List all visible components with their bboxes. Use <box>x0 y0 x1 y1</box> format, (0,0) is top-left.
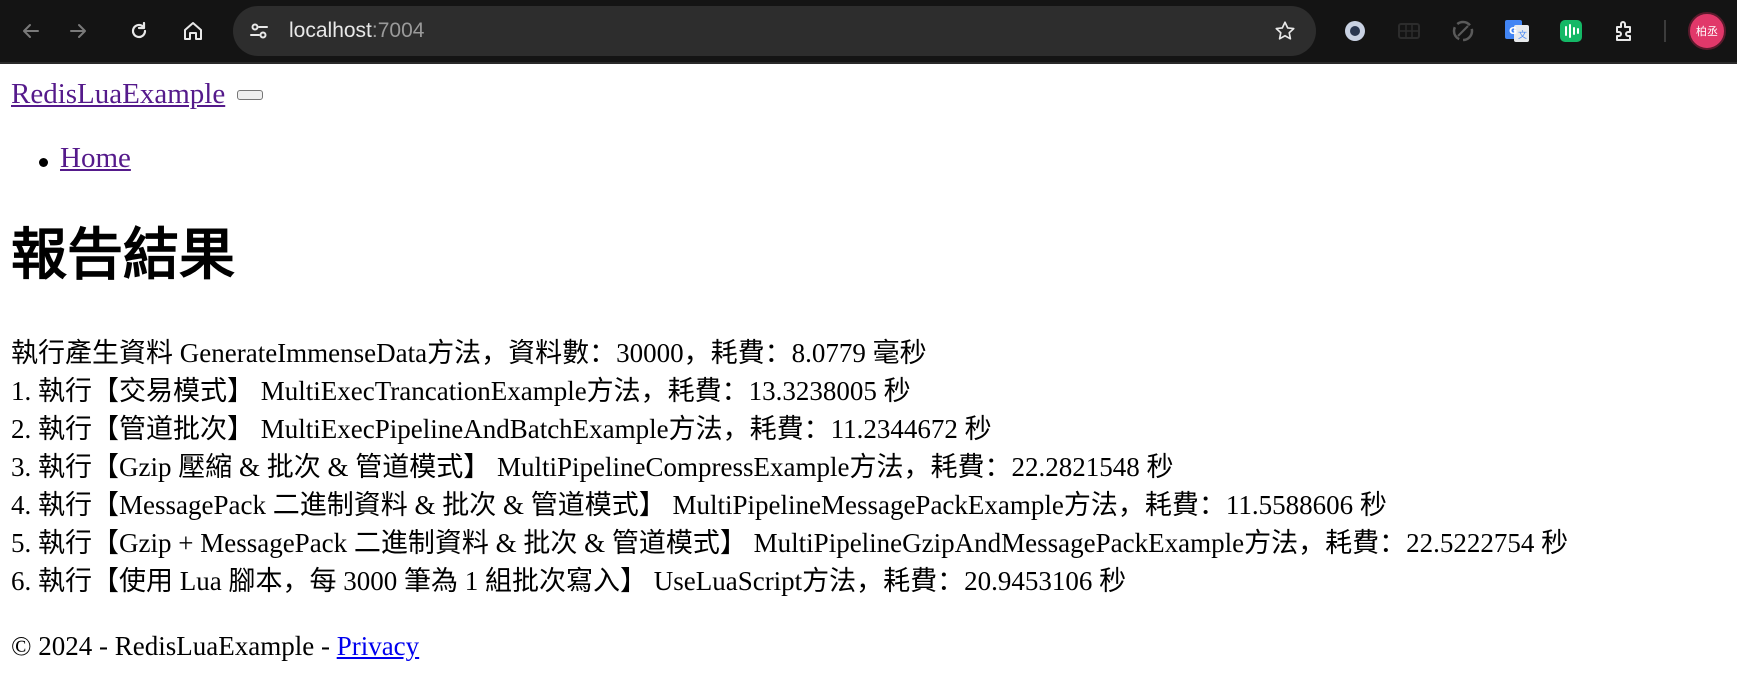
extension-button-5[interactable] <box>1555 15 1587 47</box>
reload-button[interactable] <box>122 14 156 48</box>
extensions-menu-button[interactable] <box>1609 15 1641 47</box>
url-text[interactable]: localhost:7004 <box>289 19 424 43</box>
url-port: :7004 <box>371 19 425 42</box>
site-info-button[interactable] <box>243 15 275 47</box>
google-translate-icon: G 文 <box>1505 20 1529 42</box>
bookmark-button[interactable] <box>1272 18 1298 44</box>
home-button[interactable] <box>176 14 210 48</box>
result-line: 4. 執行【MessagePack 二進制資料 & 批次 & 管道模式】 Mul… <box>11 490 1387 520</box>
extension-button-3[interactable] <box>1447 15 1479 47</box>
audio-bars-icon <box>1560 20 1582 42</box>
forward-icon <box>70 24 86 38</box>
home-icon <box>184 22 202 40</box>
profile-avatar[interactable]: 柏丞 <box>1688 12 1726 50</box>
result-line: 2. 執行【管道批次】 MultiExecPipelineAndBatchExa… <box>11 414 992 444</box>
result-line: 5. 執行【Gzip + MessagePack 二進制資料 & 批次 & 管道… <box>11 528 1569 558</box>
address-bar[interactable]: localhost:7004 <box>233 6 1316 56</box>
site-info-icon <box>250 23 268 39</box>
page-content: RedisLuaExample Home 報告結果 執行產生資料 Generat… <box>0 66 1737 691</box>
svg-text:G: G <box>1509 26 1517 37</box>
extension-button-1[interactable] <box>1339 15 1371 47</box>
grid-icon <box>1398 23 1420 39</box>
footer-text: © 2024 - RedisLuaExample - <box>11 631 337 661</box>
result-line: 執行產生資料 GenerateImmenseData方法，資料數：30000，耗… <box>11 338 927 368</box>
navbar-toggler-button[interactable] <box>237 89 264 100</box>
extension-icon <box>1616 21 1631 41</box>
back-icon <box>23 24 39 38</box>
profile-initials: 柏丞 <box>1696 25 1718 38</box>
nav-link-home[interactable]: Home <box>60 142 131 174</box>
svg-text:文: 文 <box>1518 29 1527 41</box>
toolbar-divider <box>1664 20 1666 42</box>
result-line: 6. 執行【使用 Lua 腳本，每 3000 筆為 1 組批次寫入】 UseLu… <box>11 566 1127 596</box>
results-list: 執行產生資料 GenerateImmenseData方法，資料數：30000，耗… <box>11 334 1737 600</box>
brand-link[interactable]: RedisLuaExample <box>11 78 225 110</box>
back-button[interactable] <box>14 14 48 48</box>
nav-item-home: Home <box>39 142 131 175</box>
sync-paused-icon <box>1452 20 1474 42</box>
bookmark-star-icon <box>1275 21 1295 40</box>
result-line: 3. 執行【Gzip 壓縮 & 批次 & 管道模式】 MultiPipeline… <box>11 452 1174 482</box>
reload-icon <box>131 21 147 39</box>
extension-button-2[interactable] <box>1393 15 1425 47</box>
forward-button[interactable] <box>61 14 95 48</box>
footer: © 2024 - RedisLuaExample - Privacy <box>11 631 419 662</box>
extension-button-translate[interactable]: G 文 <box>1501 15 1533 47</box>
browser-toolbar: localhost:7004 G 文 柏丞 <box>0 0 1737 64</box>
navbar: RedisLuaExample <box>11 78 264 111</box>
ring-icon <box>1345 21 1365 41</box>
nav-list: Home <box>0 142 131 175</box>
privacy-link[interactable]: Privacy <box>337 631 419 661</box>
result-line: 1. 執行【交易模式】 MultiExecTrancationExample方法… <box>11 376 911 406</box>
url-host: localhost <box>289 19 372 42</box>
page-title: 報告結果 <box>11 223 235 288</box>
